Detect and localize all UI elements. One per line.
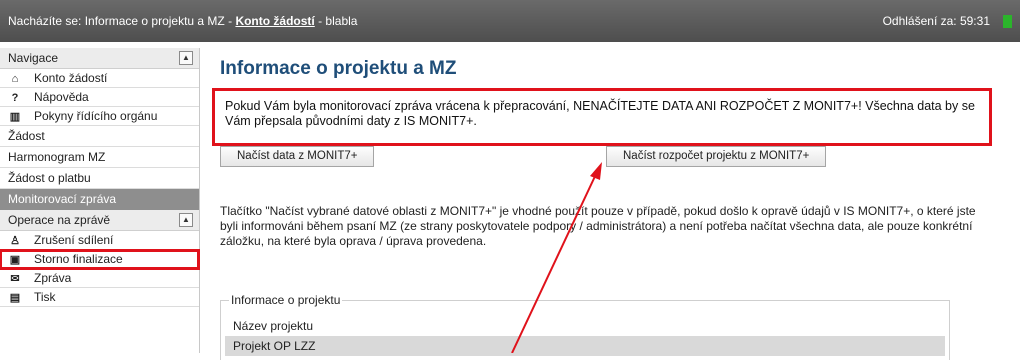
print-icon: ▤ <box>9 292 21 304</box>
logout-timer: Odhlášení za: 59:31 <box>882 14 990 28</box>
sidebar-item-konto[interactable]: ⌂ Konto žádostí <box>0 69 199 88</box>
sidebar-item-storno-finalizace[interactable]: ▣ Storno finalizace <box>0 249 200 270</box>
help-icon: ? <box>11 92 19 104</box>
sidebar-item-label: Zrušení sdílení <box>34 233 114 247</box>
info-text: Tlačítko "Načíst vybrané datové oblasti … <box>220 204 976 248</box>
sidebar-item-pokyny[interactable]: ▥ Pokyny řídícího orgánu <box>0 107 199 126</box>
project-name-value: Projekt OP LZZ <box>225 336 945 356</box>
load-data-button[interactable]: Načíst data z MONIT7+ <box>220 146 375 167</box>
home-icon: ⌂ <box>11 73 19 85</box>
book-icon: ▥ <box>9 111 21 123</box>
sidebar-item-harmonogram[interactable]: Harmonogram MZ <box>0 147 199 168</box>
sidebar-item-zadost[interactable]: Žádost <box>0 126 199 147</box>
status-indicator-icon <box>1003 15 1012 28</box>
ops-header: Operace na zprávě ▲ <box>0 210 199 231</box>
sidebar-item-monitorovaci-zprava[interactable]: Monitorovací zpráva <box>0 189 199 210</box>
sidebar-item-zadost-o-platbu[interactable]: Žádost o platbu <box>0 168 199 189</box>
sidebar-item-label: Tisk <box>34 290 56 304</box>
sidebar-item-napoveda[interactable]: ? Nápověda <box>0 88 199 107</box>
breadcrumb: Nacházíte se: Informace o projektu a MZ … <box>8 14 357 28</box>
fieldset-legend: Informace o projektu <box>229 293 343 307</box>
project-info-fieldset: Informace o projektu Název projektu Proj… <box>220 293 950 360</box>
main-content: Informace o projektu a MZ Pokud Vám byla… <box>212 48 1010 360</box>
load-budget-button[interactable]: Načíst rozpočet projektu z MONIT7+ <box>606 146 827 167</box>
breadcrumb-link-konto[interactable]: Konto žádostí <box>235 14 314 28</box>
nav-header-label: Navigace <box>8 51 59 65</box>
sidebar-item-label: Nápověda <box>34 90 89 104</box>
collapse-ops-icon[interactable]: ▲ <box>179 213 193 227</box>
sidebar-item-label: Storno finalizace <box>34 252 123 266</box>
sidebar-item-zprava[interactable]: ✉ Zpráva <box>0 269 199 288</box>
page-title: Informace o projektu a MZ <box>220 58 457 79</box>
sidebar-item-label: Zpráva <box>34 271 72 285</box>
user-icon: ♙ <box>10 235 20 247</box>
sidebar-item-zruseni-sdileni[interactable]: ♙ Zrušení sdílení <box>0 231 199 250</box>
nav-header: Navigace ▲ <box>0 48 199 69</box>
sidebar-item-label: Konto žádostí <box>34 71 108 85</box>
ops-header-label: Operace na zprávě <box>8 213 111 227</box>
collapse-nav-icon[interactable]: ▲ <box>179 51 193 65</box>
warning-box: Pokud Vám byla monitorovací zpráva vráce… <box>212 88 992 146</box>
breadcrumb-prefix: Nacházíte se: Informace o projektu a MZ … <box>8 14 236 28</box>
sidebar: Navigace ▲ ⌂ Konto žádostí ? Nápověda ▥ Pok… <box>0 48 200 353</box>
top-bar: Nacházíte se: Informace o projektu a MZ … <box>0 0 1020 42</box>
mail-icon: ✉ <box>10 273 20 285</box>
lock-icon: ▣ <box>9 254 21 266</box>
sidebar-item-label: Pokyny řídícího orgánu <box>34 109 158 123</box>
project-name-label: Název projektu <box>233 319 314 333</box>
breadcrumb-suffix: - blabla <box>314 14 358 28</box>
sidebar-item-tisk[interactable]: ▤ Tisk <box>0 288 199 307</box>
